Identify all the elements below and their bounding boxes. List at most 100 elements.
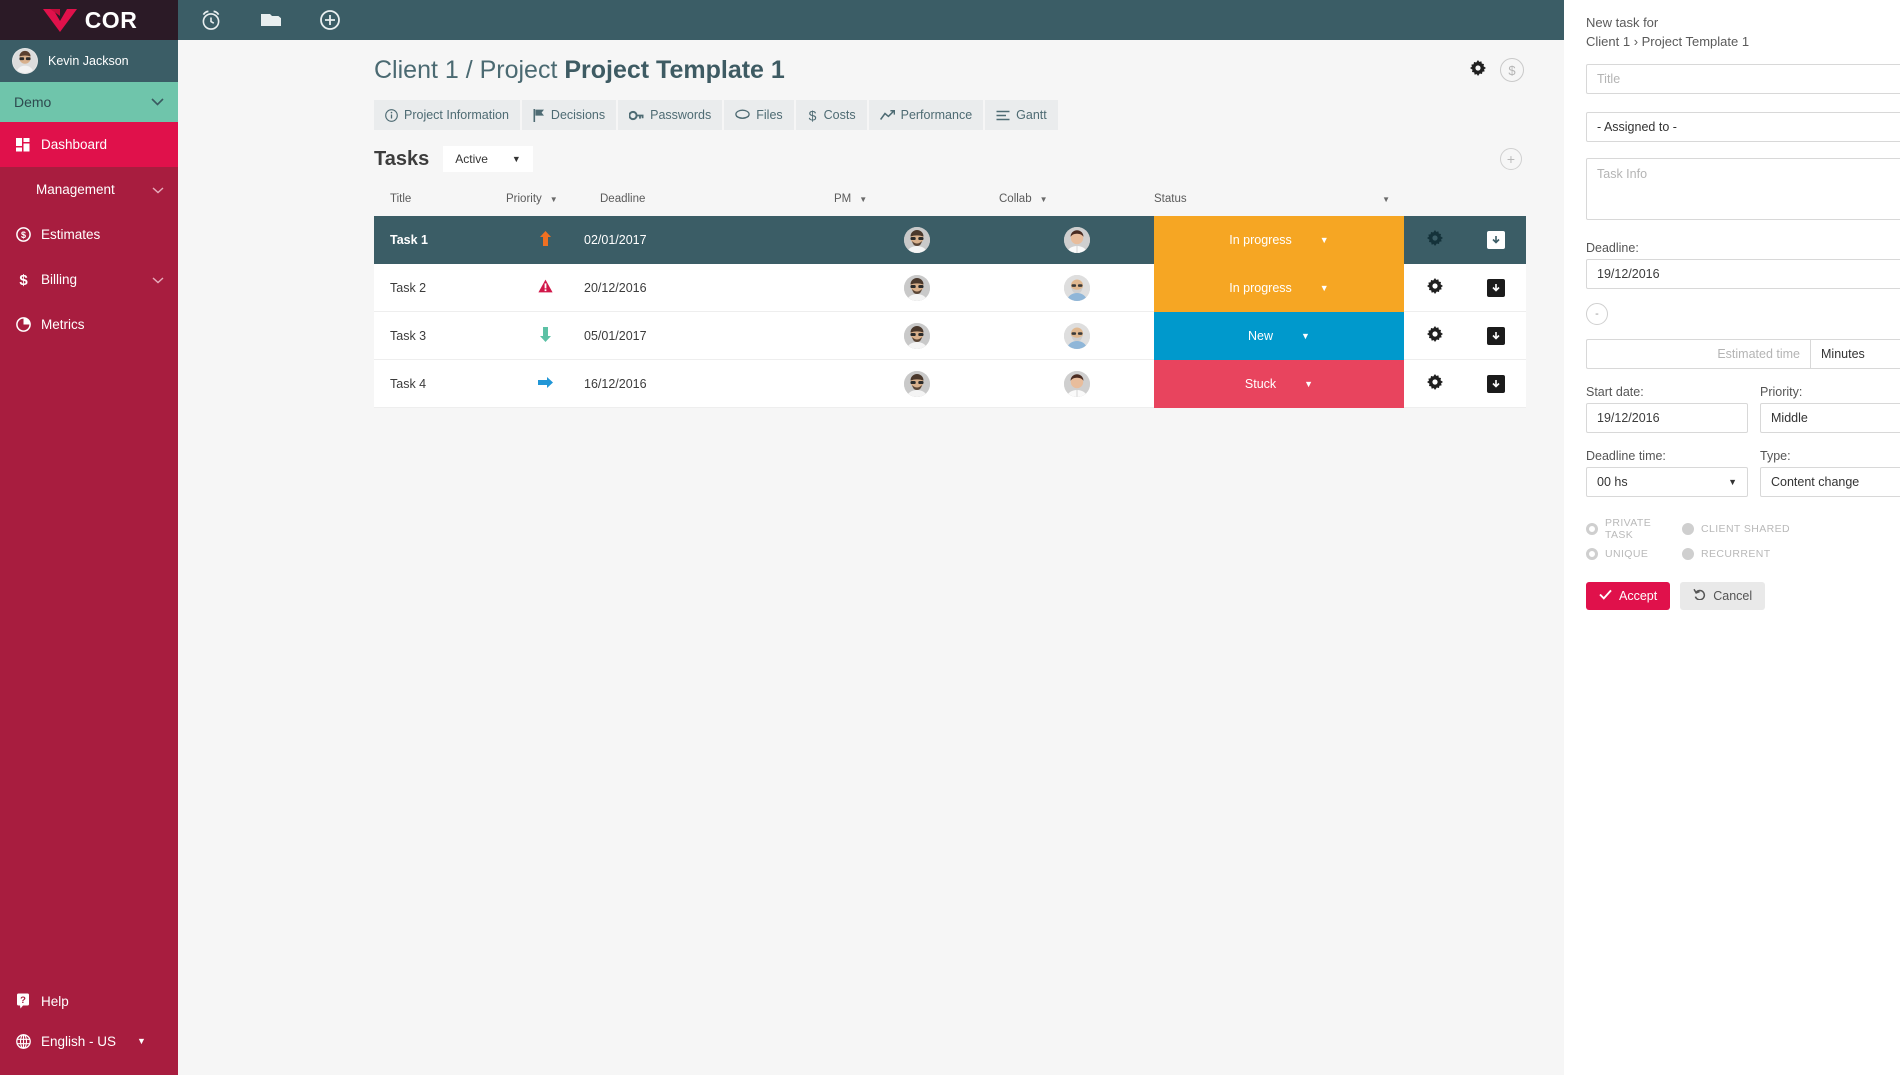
add-subtask-button[interactable]: - [1586, 302, 1608, 325]
radio-private-task[interactable]: PRIVATE TASK [1586, 517, 1682, 541]
column-header-collab[interactable]: Collab ▼ [999, 193, 1154, 205]
accept-button[interactable]: Accept [1586, 581, 1671, 610]
column-header-status[interactable]: Status ▼ [1154, 193, 1404, 205]
pm-cell[interactable] [834, 274, 999, 301]
task-title: Task 1 [390, 232, 428, 247]
priority-value: Middle [1771, 410, 1808, 425]
sidebar-item-billing[interactable]: $ Billing [0, 257, 178, 302]
deadline-input[interactable] [1586, 258, 1900, 289]
pm-cell[interactable] [834, 322, 999, 349]
collab-cell[interactable] [999, 226, 1154, 253]
status-cell[interactable]: In progress ▼ [1154, 263, 1404, 312]
tasks-filter-dropdown[interactable]: Active ▼ [443, 146, 533, 172]
tab-costs[interactable]: $ Costs [795, 100, 867, 130]
tab-passwords[interactable]: Passwords [618, 100, 723, 130]
column-header-deadline[interactable]: Deadline [584, 193, 834, 205]
status-cell[interactable]: New ▼ [1154, 311, 1404, 360]
gear-icon[interactable] [1470, 59, 1486, 81]
cancel-button[interactable]: Cancel [1680, 581, 1766, 610]
caret-down-icon: ▼ [1304, 378, 1314, 389]
column-header-pm[interactable]: PM ▼ [834, 193, 999, 205]
sidebar-item-management[interactable]: Management [0, 167, 178, 212]
row-archive-button[interactable] [1466, 278, 1526, 297]
table-row[interactable]: Task 2 20/12/2016 In progress ▼ [374, 263, 1526, 312]
radio-client-shared[interactable]: CLIENT SHARED [1682, 522, 1790, 535]
collab-cell[interactable] [999, 274, 1154, 301]
time-unit-dropdown[interactable]: Minutes ▼ [1810, 338, 1900, 369]
sidebar-item-metrics[interactable]: Metrics [0, 302, 178, 347]
column-label: PM [834, 193, 852, 205]
priority-cell[interactable] [506, 326, 584, 346]
deadline-time-dropdown[interactable]: 00 hs ▼ [1586, 466, 1748, 497]
archive-box-icon [1487, 278, 1505, 297]
tab-gantt[interactable]: Gantt [985, 100, 1058, 130]
arrow-up-icon [539, 230, 552, 250]
dollar-circle-icon[interactable]: $ [1500, 58, 1524, 82]
sidebar-item-dashboard[interactable]: Dashboard [0, 122, 178, 167]
priority-dropdown[interactable]: Middle ▼ [1760, 402, 1900, 433]
task-title: Task 2 [390, 280, 427, 295]
estimated-time-input[interactable] [1586, 338, 1810, 369]
row-archive-button[interactable] [1466, 374, 1526, 393]
row-archive-button[interactable] [1466, 326, 1526, 345]
status-cell[interactable]: In progress ▼ [1154, 215, 1404, 264]
caret-down-icon: ▼ [549, 194, 558, 204]
check-icon [1599, 589, 1612, 603]
collab-cell[interactable] [999, 322, 1154, 349]
row-archive-button[interactable] [1466, 230, 1526, 249]
arrow-down-icon [539, 326, 552, 346]
brand-logo-area[interactable]: COR [0, 0, 178, 40]
task-title-input[interactable] [1586, 63, 1900, 94]
tab-project-information[interactable]: Project Information [374, 100, 520, 130]
priority-cell[interactable] [506, 230, 584, 250]
tasks-table: Title Priority ▼ Deadline PM ▼ Collab ▼ Sta… [374, 182, 1526, 408]
priority-cell[interactable] [506, 279, 584, 296]
task-info-textarea[interactable] [1586, 157, 1900, 220]
workspace-selector[interactable]: Demo [0, 82, 178, 122]
assigned-to-dropdown[interactable]: - Assigned to - ▼ [1586, 111, 1900, 142]
add-task-button[interactable]: + [1500, 148, 1522, 170]
tab-files[interactable]: Files [724, 100, 794, 130]
tab-label: Project Information [404, 108, 509, 122]
status-label: Stuck [1244, 376, 1277, 391]
column-header-title[interactable]: Title [374, 193, 506, 205]
type-dropdown[interactable]: Content change ▼ [1760, 466, 1900, 497]
tab-label: Gantt [1016, 108, 1047, 122]
svg-text:?: ? [20, 995, 26, 1006]
user-profile[interactable]: Kevin Jackson [0, 40, 178, 82]
pm-cell[interactable] [834, 226, 999, 253]
sidebar-item-language[interactable]: English - US ▼ [0, 1021, 178, 1061]
alarm-clock-icon[interactable] [200, 9, 222, 31]
sidebar: COR Kevin Jackson Demo Dashboard Managem… [0, 0, 178, 1075]
column-header-priority[interactable]: Priority ▼ [506, 193, 584, 205]
start-date-input[interactable] [1586, 402, 1748, 433]
tab-performance[interactable]: Performance [868, 100, 984, 130]
sidebar-item-estimates[interactable]: $ Estimates [0, 212, 178, 257]
collab-cell[interactable] [999, 370, 1154, 397]
tab-label: Costs [823, 108, 856, 122]
row-settings-button[interactable] [1404, 326, 1466, 345]
status-cell[interactable]: Stuck ▼ [1154, 359, 1404, 408]
status-label: In progress [1229, 232, 1292, 247]
row-settings-button[interactable] [1404, 278, 1466, 297]
deadline-time-type-row: Deadline time: 00 hs ▼ Type: Content cha… [1586, 449, 1900, 497]
folder-icon[interactable] [260, 11, 282, 29]
archive-box-icon [1487, 374, 1505, 393]
pm-cell[interactable] [834, 370, 999, 397]
caret-down-icon: ▼ [1382, 194, 1390, 204]
files-icon [735, 109, 750, 121]
archive-box-icon [1487, 230, 1505, 249]
table-row[interactable]: Task 1 02/01/2017 In progress ▼ [374, 215, 1526, 264]
radio-label: PRIVATE TASK [1604, 516, 1652, 541]
tab-decisions[interactable]: Decisions [521, 100, 617, 130]
table-row[interactable]: Task 4 16/12/2016 Stuck ▼ [374, 359, 1526, 408]
radio-recurrent[interactable]: RECURRENT [1682, 547, 1771, 560]
row-settings-button[interactable] [1404, 230, 1466, 249]
add-circle-icon[interactable] [320, 10, 340, 30]
task-deadline: 02/01/2017 [584, 232, 647, 247]
radio-unique[interactable]: UNIQUE [1586, 547, 1682, 560]
row-settings-button[interactable] [1404, 374, 1466, 393]
sidebar-item-help[interactable]: ? Help [0, 981, 178, 1021]
table-row[interactable]: Task 3 05/01/2017 New ▼ [374, 311, 1526, 360]
priority-cell[interactable] [506, 376, 584, 392]
